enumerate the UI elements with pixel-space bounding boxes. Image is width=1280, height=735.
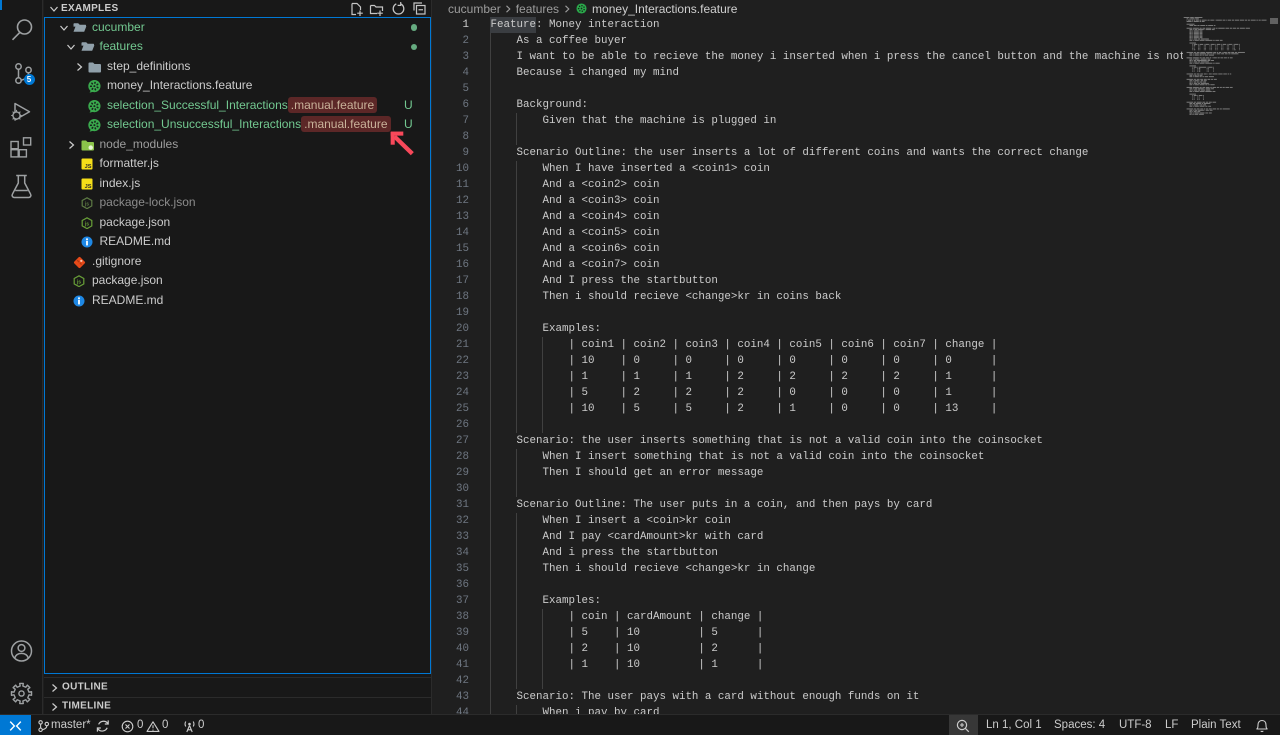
svg-text:JS: JS [84,184,91,190]
svg-text:js: js [76,279,81,285]
svg-text:js: js [84,221,89,227]
svg-text:js: js [84,201,89,207]
svg-text:JS: JS [84,164,91,170]
